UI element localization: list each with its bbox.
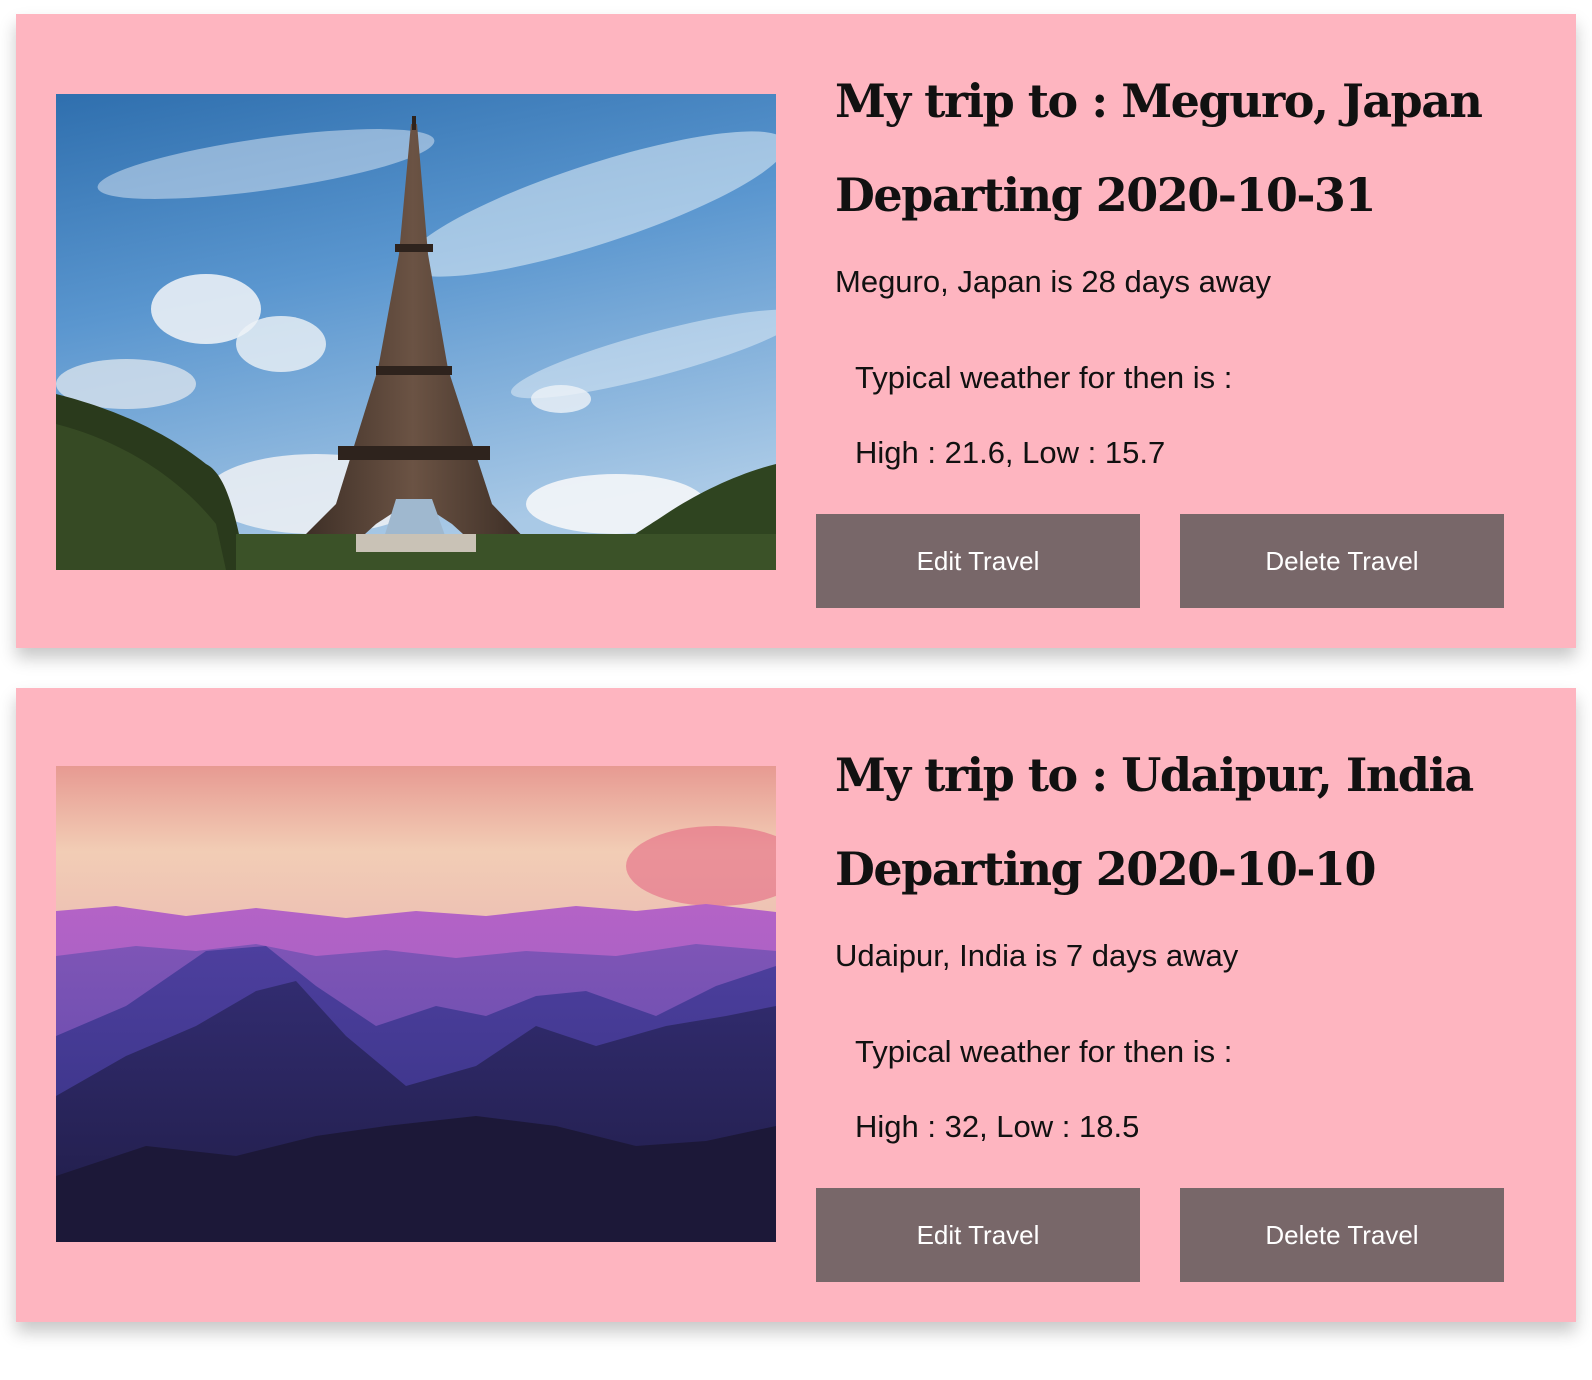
departure-date: Departing 2020-10-31: [835, 168, 1376, 222]
edit-travel-button[interactable]: Edit Travel: [816, 1188, 1140, 1282]
weather-high-low: High : 32, Low : 18.5: [855, 1109, 1140, 1144]
trip-title: My trip to : Udaipur, India: [835, 748, 1474, 802]
trip-title: My trip to : Meguro, Japan: [835, 74, 1483, 128]
edit-travel-button[interactable]: Edit Travel: [816, 514, 1140, 608]
delete-travel-button[interactable]: Delete Travel: [1180, 514, 1504, 608]
delete-travel-button[interactable]: Delete Travel: [1180, 1188, 1504, 1282]
trip-card: My trip to : Meguro, Japan Departing 202…: [16, 14, 1576, 648]
weather-heading: Typical weather for then is :: [855, 1034, 1233, 1069]
days-away-text: Udaipur, India is 7 days away: [835, 938, 1239, 973]
eiffel-tower-photo: [56, 94, 776, 570]
departure-date: Departing 2020-10-10: [835, 842, 1376, 896]
weather-heading: Typical weather for then is :: [855, 360, 1233, 395]
weather-high-low: High : 21.6, Low : 15.7: [855, 435, 1166, 470]
trip-card: My trip to : Udaipur, India Departing 20…: [16, 688, 1576, 1322]
mountain-sunset-photo: [56, 766, 776, 1242]
days-away-text: Meguro, Japan is 28 days away: [835, 264, 1271, 299]
